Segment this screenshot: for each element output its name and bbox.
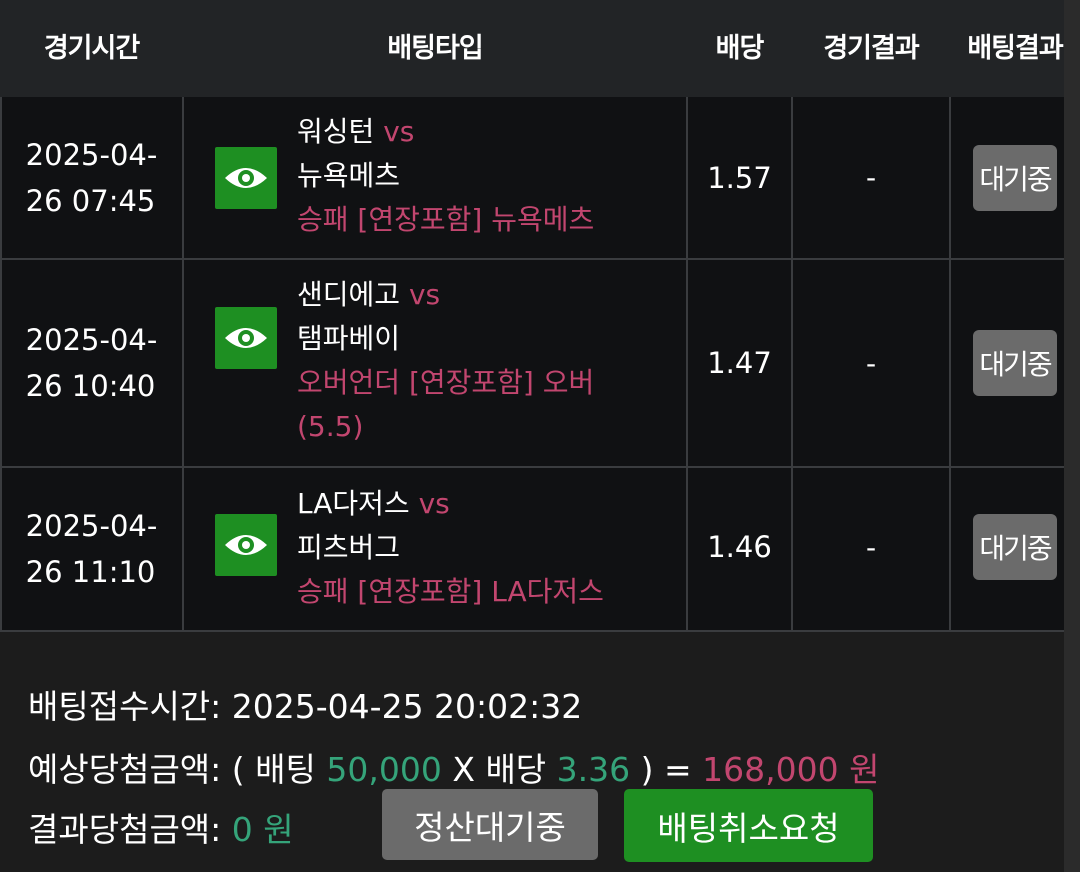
bet-pick-line: (5.5) [297, 410, 364, 443]
bet-pick: 승패 [연장포함] 뉴욕메츠 [297, 203, 595, 236]
eye-icon[interactable] [215, 514, 277, 576]
header-time: 경기시간 [43, 33, 140, 64]
match-time: 2025-04- 26 07:45 [0, 97, 183, 258]
vs-label: vs [383, 115, 415, 148]
expected-win-line: 예상당첨금액: ( 배팅 50,000 X 배당 3.36 ) = 168,00… [28, 743, 880, 791]
eye-icon[interactable] [215, 307, 277, 369]
bet-status-cell: 대기중 [950, 260, 1080, 466]
match-info: 워싱턴 vs 뉴욕메츠 승패 [연장포함] 뉴욕메츠 [297, 110, 594, 242]
expected-amount: 168,000 원 [702, 750, 880, 789]
table-row: 2025-04- 26 10:40 샌디에고 vs 탬파베이 오버언더 [연장포… [0, 260, 1080, 468]
view-button[interactable] [215, 97, 277, 258]
view-button[interactable] [215, 260, 277, 416]
match-info: 샌디에고 vs 탬파베이 오버언더 [연장포함] 오버 (5.5) [297, 273, 594, 449]
bet-time-value: 2025-04-25 20:02:32 [231, 687, 583, 726]
vs-label: vs [408, 278, 441, 311]
result-label: 결과당첨금액: [28, 810, 222, 849]
game-result: - [865, 161, 877, 194]
game-result: - [865, 530, 877, 564]
result-win-line: 결과당첨금액: 0 원 [28, 803, 294, 851]
scrollbar[interactable] [1064, 0, 1080, 872]
bet-amount: 50,000 [326, 750, 442, 789]
match-clock: 26 10:40 [25, 369, 156, 403]
odds-value: 1.47 [707, 346, 772, 380]
close-eq: ) = [640, 750, 692, 789]
match-time: 2025-04- 26 11:10 [0, 468, 183, 630]
total-odds: 3.36 [556, 750, 631, 789]
table-row: 2025-04- 26 07:45 워싱턴 vs 뉴욕메츠 승패 [연장포함] … [0, 97, 1080, 260]
x-odds: X 배당 [452, 750, 547, 789]
away-team: 뉴욕메츠 [297, 159, 401, 192]
match-clock: 26 11:10 [25, 555, 156, 589]
away-team: 탬파베이 [297, 322, 401, 355]
expected-label: 예상당첨금액: [28, 750, 222, 789]
bet-pick: 오버언더 [연장포함] 오버 [297, 366, 595, 399]
match-time: 2025-04- 26 10:40 [0, 260, 183, 466]
match-clock: 26 07:45 [25, 183, 156, 218]
bet-table: 2025-04- 26 07:45 워싱턴 vs 뉴욕메츠 승패 [연장포함] … [0, 97, 1080, 632]
settle-pending-button[interactable]: 정산대기중 [382, 789, 598, 860]
eye-icon[interactable] [215, 146, 277, 209]
home-team: 워싱턴 [297, 115, 375, 148]
match-date: 2025-04- [25, 137, 158, 172]
grid-line [182, 97, 184, 632]
bet-status-cell: 대기중 [950, 97, 1080, 258]
match-info: LA다저스 vs 피츠버그 승패 [연장포함] LA다저스 [297, 482, 604, 614]
bet-pick: 승패 [연장포함] LA다저스 [297, 575, 604, 608]
grid-line [949, 97, 951, 632]
status-badge: 대기중 [973, 144, 1057, 211]
odds-value: 1.46 [707, 530, 772, 564]
table-header: 경기시간 배팅타입 배당 경기결과 배팅결과 [0, 0, 1080, 97]
bet-status-cell: 대기중 [950, 468, 1080, 626]
home-team: LA다저스 [297, 487, 410, 520]
header-game-result: 경기결과 [823, 33, 919, 64]
grid-line [791, 97, 793, 632]
bet-time-label: 배팅접수시간: [28, 687, 222, 726]
game-result: - [865, 346, 877, 380]
home-team: 샌디에고 [297, 278, 401, 311]
result-amount: 0 원 [231, 810, 294, 849]
cancel-bet-button[interactable]: 배팅취소요청 [624, 789, 873, 862]
vs-label: vs [418, 487, 450, 520]
open-paren: ( 배팅 [231, 750, 316, 789]
match-date: 2025-04- [25, 509, 158, 543]
match-date: 2025-04- [25, 323, 158, 357]
view-button[interactable] [215, 468, 277, 622]
header-odds: 배당 [715, 33, 765, 64]
status-badge: 대기중 [973, 330, 1057, 396]
grid-line [0, 97, 2, 632]
away-team: 피츠버그 [297, 531, 401, 564]
header-bet-result: 배팅결과 [967, 33, 1063, 64]
table-row: 2025-04- 26 11:10 LA다저스 vs 피츠버그 승패 [연장포함… [0, 468, 1080, 632]
bet-time-line: 배팅접수시간: 2025-04-25 20:02:32 [28, 680, 582, 728]
odds-value: 1.57 [707, 160, 772, 195]
status-badge: 대기중 [973, 514, 1057, 580]
grid-line [686, 97, 688, 632]
header-bet-type: 배팅타입 [387, 33, 483, 64]
